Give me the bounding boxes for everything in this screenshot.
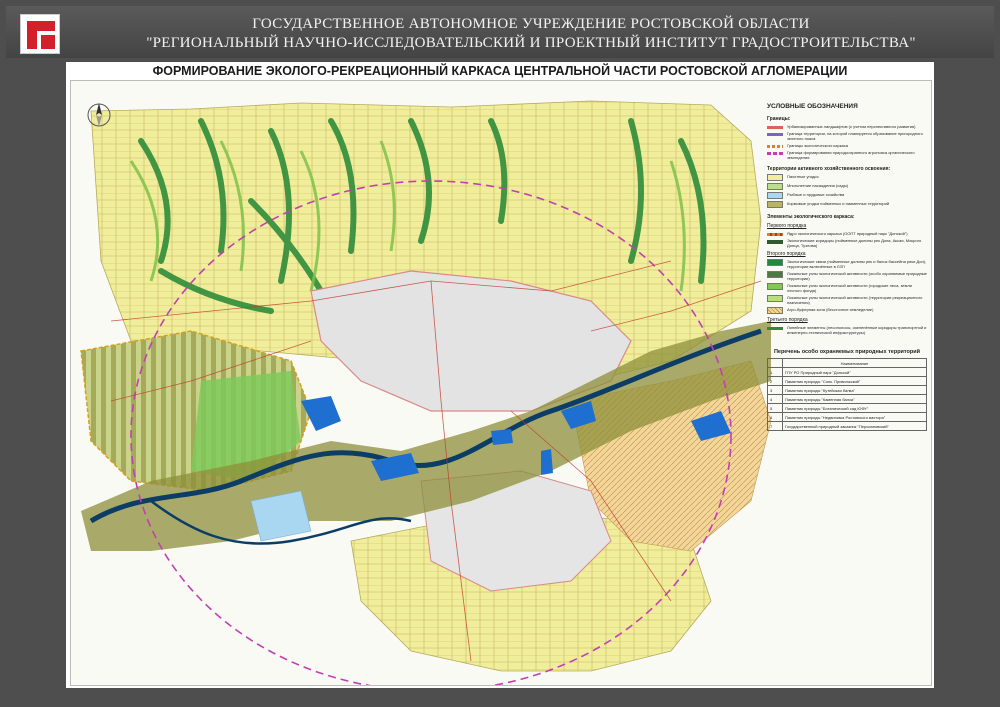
legend-protected-swatch <box>767 271 783 278</box>
legend-eco-links-swatch <box>767 259 783 266</box>
table-row: 7 Государственный природный заказник "Пер… <box>767 421 927 431</box>
legend-fishery-swatch <box>767 192 783 199</box>
legend-item: Ядро экологического каркаса (ООПТ природ… <box>767 231 927 236</box>
legend-item: Рыбные и прудовые хозяйства <box>767 192 927 199</box>
legend-active-title: Территории активного хозяйственного осво… <box>767 166 891 172</box>
table-row: 1 ГПУ РО Природный парк "Донской" <box>767 367 927 377</box>
legend-eco-boundary-swatch <box>767 145 783 148</box>
map-legend: УСЛОВНЫЕ ОБОЗНАЧЕНИЯ Границы: Урбанизиро… <box>767 103 927 431</box>
legend-first-order: Первого порядка <box>767 223 807 229</box>
legend-item: Пахотные угодья <box>767 174 927 181</box>
legend-third-order: Третьего порядка <box>767 317 808 323</box>
legend-item: Экологические связи (пойменные долины ре… <box>767 259 927 269</box>
legend-urban-forest-swatch <box>767 283 783 290</box>
legend-boundaries-title: Границы: <box>767 116 791 122</box>
north-arrow-icon <box>85 101 113 129</box>
header-institute-line: "РЕГИОНАЛЬНЫЙ НАУЧНО-ИССЛЕДОВАТЕЛЬСКИЙ И… <box>146 35 916 51</box>
legend-second-order: Второго порядка <box>767 251 806 257</box>
institute-logo <box>20 14 60 54</box>
legend-greenbelt-swatch <box>767 133 783 136</box>
legend-item: Локальные узлы экологической активности … <box>767 283 927 293</box>
legend-item: Кормовые угодья пойменных и наименных те… <box>767 201 927 208</box>
legend-item: Граница территории, на которой планирует… <box>767 131 927 141</box>
table-row: 6 Памятник природы "Недвиговка Ростовског… <box>767 412 927 422</box>
page-header: ГОСУДАРСТВЕННОЕ АВТОНОМНОЕ УЧРЕЖДЕНИЕ РО… <box>6 6 994 58</box>
legend-item: Границы экологического каркаса <box>767 143 927 148</box>
protected-areas-title: Перечень особо охраняемых природных терр… <box>773 349 921 355</box>
map-sheet: ФОРМИРОВАНИЕ ЭКОЛОГО-РЕКРЕАЦИОННЫЙ КАРКА… <box>66 62 934 688</box>
table-header-name: Наименование <box>782 358 927 368</box>
table-row: 3 Памятник природы "Кутейская балка" <box>767 385 927 395</box>
protected-areas-table: Наименование 1 ГПУ РО Природный парк "Дон… <box>767 358 927 431</box>
table-row: 4 Памятник природы "Каменная балка" <box>767 394 927 404</box>
table-header-row: Наименование <box>767 358 927 368</box>
legend-arable-swatch <box>767 174 783 181</box>
legend-urban-boundary-swatch <box>767 126 783 129</box>
table-row: 5 Памятник природы "Ботанический сад ЮФУ" <box>767 403 927 413</box>
map-title: ФОРМИРОВАНИЕ ЭКОЛОГО-РЕКРЕАЦИОННЫЙ КАРКА… <box>152 64 848 78</box>
legend-recreation-swatch <box>767 295 783 302</box>
legend-orchard-swatch <box>767 183 783 190</box>
legend-item: Локальные узлы экологической активности … <box>767 295 927 305</box>
legend-item: Граница формирования природоохранного аг… <box>767 150 927 160</box>
legend-linear-elements-swatch <box>767 327 783 330</box>
legend-item: Локальные узлы экологической активности … <box>767 271 927 281</box>
legend-item: Агро-буферная зона (бессточное земледели… <box>767 307 927 314</box>
legend-pasture-swatch <box>767 201 783 208</box>
legend-item: Экологические коридоры (пойменные долины… <box>767 238 927 248</box>
legend-item: Урбанизированных ландшафтов (с учетом пе… <box>767 124 927 129</box>
legend-title: УСЛОВНЫЕ ОБОЗНАЧЕНИЯ <box>767 103 858 110</box>
legend-agro-buffer-swatch <box>767 307 783 314</box>
legend-agrobelt-swatch <box>767 152 783 155</box>
map-frame[interactable]: УСЛОВНЫЕ ОБОЗНАЧЕНИЯ Границы: Урбанизиро… <box>70 80 932 686</box>
legend-eco-title: Элементы экологического каркаса: <box>767 214 855 220</box>
legend-core-swatch <box>767 233 783 236</box>
legend-item: Многолетние насаждения (сады) <box>767 183 927 190</box>
legend-corridor-swatch <box>767 240 783 244</box>
logo-mark-icon <box>24 18 56 50</box>
table-row: 2 Памятник природы "Сопк. Приволжский" <box>767 376 927 386</box>
header-org-line: ГОСУДАРСТВЕННОЕ АВТОНОМНОЕ УЧРЕЖДЕНИЕ РО… <box>252 16 810 32</box>
legend-item: Линейные элементы (лесополосы, озеленённ… <box>767 325 927 335</box>
